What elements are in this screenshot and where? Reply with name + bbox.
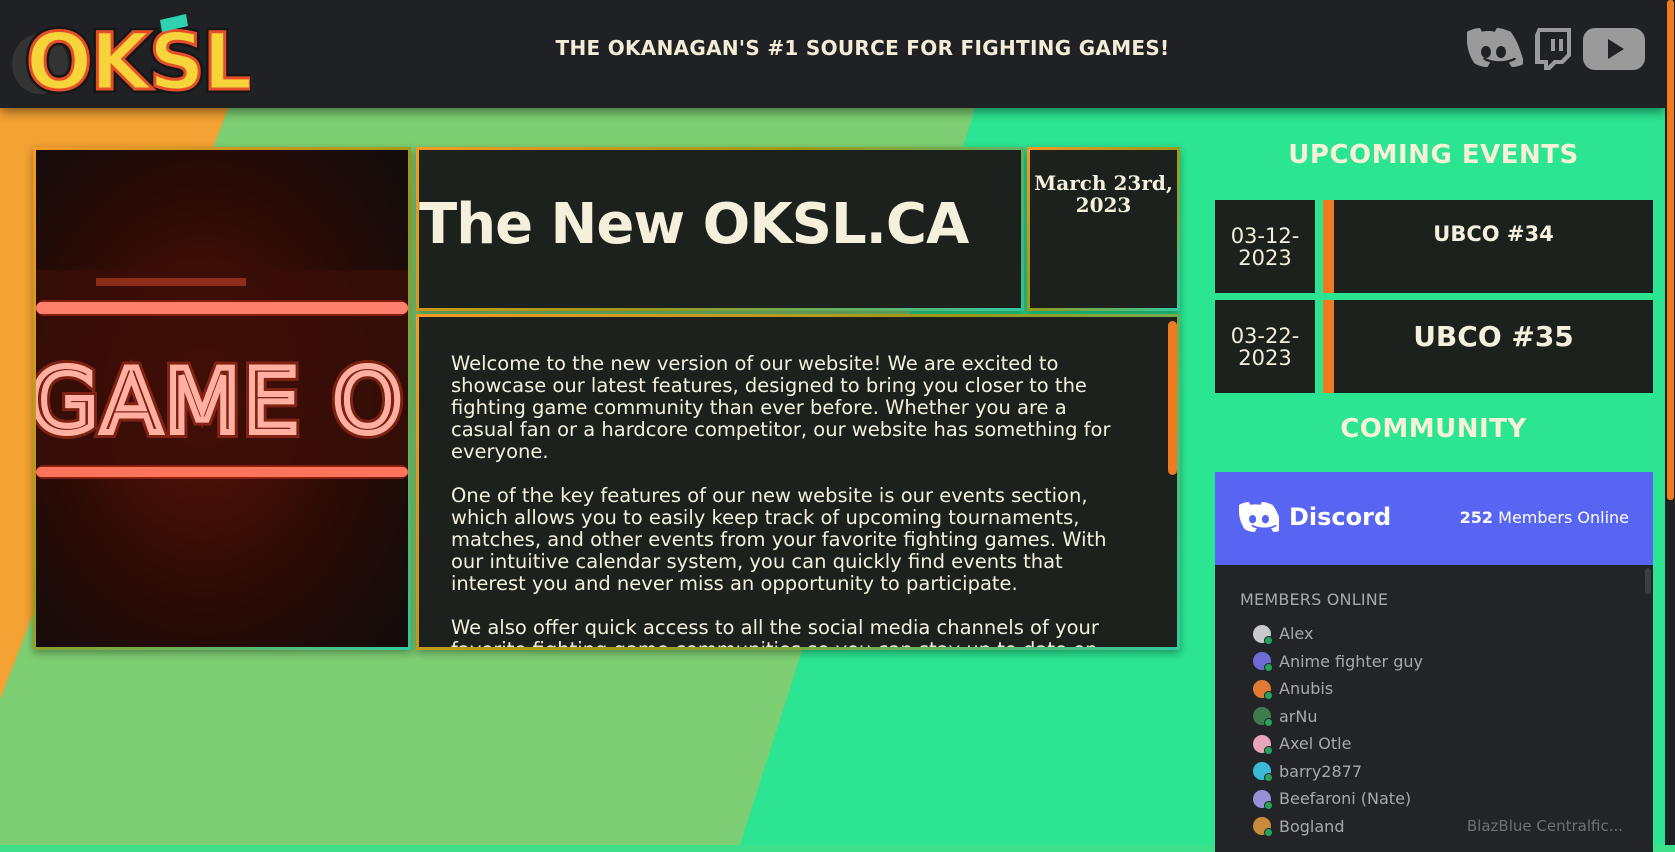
neon-sign-glow: GAME O [36,350,405,453]
post-paragraph: Welcome to the new version of our websit… [451,352,1111,463]
post-body-card[interactable]: Welcome to the new version of our websit… [416,314,1180,650]
member-name: Bogland [1279,816,1345,836]
twitch-icon[interactable] [1535,28,1571,70]
post-date: March 23rd, 2023 [1034,171,1173,217]
avatar [1253,624,1273,645]
member-item[interactable]: Axel Otle [1253,730,1623,758]
member-item[interactable]: Bogland BlazBlue Centralfic... [1253,813,1623,841]
discord-icon[interactable] [1467,28,1523,70]
event-accent-bar [1323,200,1334,293]
post-image: GAME O GAME O [33,147,411,650]
avatar [1253,734,1273,755]
event-accent-bar [1323,300,1334,393]
page-scrollbar[interactable] [1665,0,1675,845]
member-name: Beefaroni (Nate) [1279,789,1412,809]
community-title: COMMUNITY [1340,414,1527,444]
post-body-scrollbar[interactable] [1167,317,1177,647]
post-title: The New OKSL.CA [419,192,969,257]
member-item[interactable]: arNu [1253,703,1623,731]
members-online-label: MEMBERS ONLINE [1240,590,1389,609]
logo-text: OKSL [26,18,250,104]
discord-online-count: 252 Members Online [1460,508,1629,527]
post-body: Welcome to the new version of our websit… [451,352,1131,650]
avatar [1253,679,1273,700]
discord-scrollbar[interactable] [1645,568,1651,594]
avatar [1253,789,1273,810]
member-item[interactable]: Alex [1253,620,1623,648]
page-scrollbar-thumb[interactable] [1667,0,1674,500]
neon-sign-image: GAME O GAME O [36,150,408,647]
discord-brand-label: Discord [1289,503,1392,531]
post-title-card: The New OKSL.CA [416,147,1024,311]
event-name[interactable]: UBCO #35 [1334,300,1653,393]
online-count: 252 [1459,508,1494,527]
members-list: Alex Anime fighter guy Anubis arNu Axel … [1253,620,1623,840]
social-links [1467,28,1645,70]
site-header: OKSL OKSL THE OKANAGAN'S #1 SOURCE FOR F… [0,0,1665,108]
site-tagline: THE OKANAGAN'S #1 SOURCE FOR FIGHTING GA… [555,36,1170,60]
post-paragraph: One of the key features of our new websi… [451,484,1107,595]
member-name: Anime fighter guy [1279,651,1423,671]
member-item[interactable]: Beefaroni (Nate) [1253,785,1623,813]
post-paragraph: We also offer quick access to all the so… [451,616,1099,650]
discord-brand[interactable]: Discord [1239,502,1391,532]
member-name: Anubis [1279,679,1334,699]
online-label: Members Online [1498,508,1629,527]
avatar [1253,817,1273,838]
discord-widget: Discord 252 Members Online MEMBERS ONLIN… [1215,472,1653,852]
avatar [1253,707,1273,728]
upcoming-events-title: UPCOMING EVENTS [1288,140,1579,170]
youtube-icon[interactable] [1583,28,1645,70]
member-item[interactable]: barry2877 [1253,758,1623,786]
member-name: Alex [1279,624,1314,644]
member-item[interactable]: Anubis [1253,675,1623,703]
avatar [1253,762,1273,783]
post-body-scrollbar-thumb[interactable] [1168,321,1177,475]
avatar [1253,652,1273,673]
member-name: barry2877 [1279,761,1363,781]
event-date: 03-12-2023 [1215,200,1315,293]
discord-widget-header: Discord 252 Members Online [1215,472,1653,565]
member-item[interactable]: Anime fighter guy [1253,648,1623,676]
discord-logo-icon [1239,502,1279,532]
member-name: arNu [1279,706,1318,726]
event-name[interactable]: UBCO #34 [1334,200,1653,293]
member-name: Axel Otle [1279,734,1352,754]
event-date: 03-22-2023 [1215,300,1315,393]
post-date-card: March 23rd, 2023 [1027,147,1180,311]
member-game: BlazBlue Centralfic... [1466,817,1623,836]
